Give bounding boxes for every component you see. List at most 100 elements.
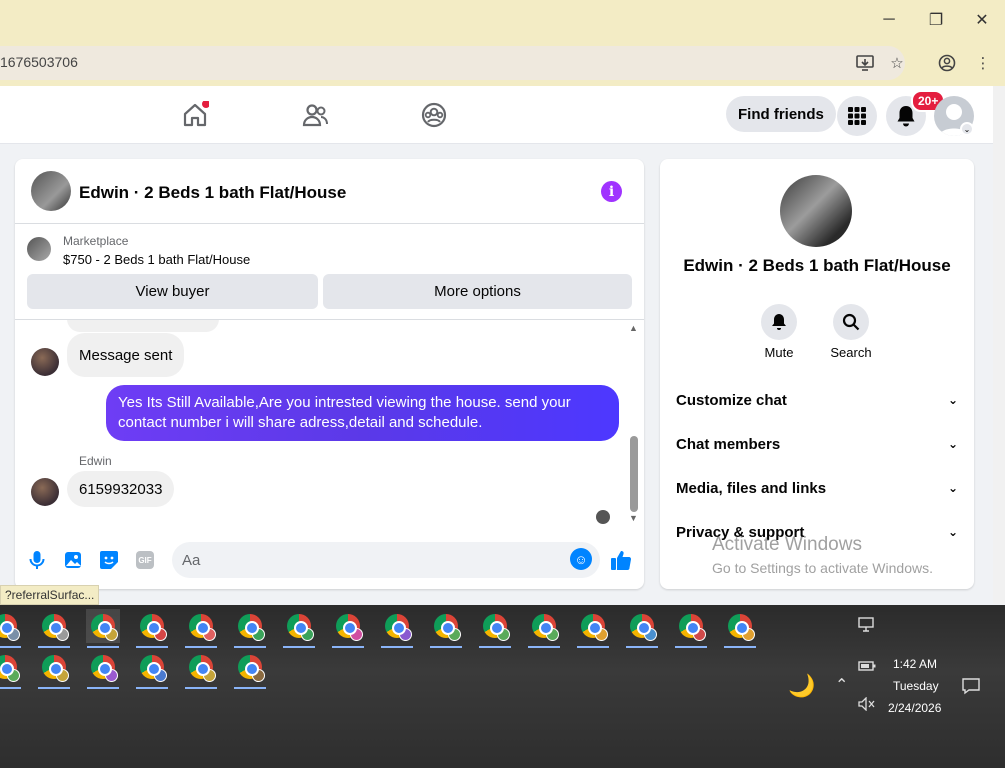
home-icon[interactable] bbox=[181, 100, 210, 129]
running-indicator bbox=[332, 646, 364, 648]
running-indicator bbox=[87, 646, 119, 648]
night-light-icon[interactable]: 🌙 bbox=[788, 673, 815, 699]
menu-grid-button[interactable] bbox=[837, 96, 877, 136]
chrome-taskbar-icon[interactable] bbox=[233, 650, 267, 684]
conversation-avatar[interactable] bbox=[780, 175, 852, 247]
chrome-taskbar-icon[interactable] bbox=[331, 609, 365, 643]
profile-badge-icon bbox=[203, 669, 216, 682]
chrome-icon bbox=[189, 655, 216, 682]
battery-icon[interactable] bbox=[858, 659, 876, 675]
chrome-taskbar-icon[interactable] bbox=[86, 609, 120, 643]
chrome-taskbar-icon[interactable] bbox=[478, 609, 512, 643]
bookmark-star-icon[interactable]: ☆ bbox=[886, 52, 908, 74]
running-indicator bbox=[675, 646, 707, 648]
chrome-taskbar-icon[interactable] bbox=[135, 650, 169, 684]
chat-scrollbar-thumb[interactable] bbox=[630, 436, 638, 512]
running-indicator bbox=[38, 687, 70, 689]
chat-title[interactable]: Edwin · 2 Beds 1 bath Flat/House bbox=[79, 183, 346, 203]
install-app-icon[interactable] bbox=[854, 52, 876, 74]
search-button[interactable] bbox=[833, 304, 869, 340]
chrome-taskbar-icon[interactable] bbox=[429, 609, 463, 643]
more-options-button[interactable]: More options bbox=[323, 274, 632, 309]
view-buyer-button[interactable]: View buyer bbox=[27, 274, 318, 309]
chrome-taskbar-icon[interactable] bbox=[0, 650, 22, 684]
network-icon[interactable] bbox=[858, 617, 876, 636]
grid-icon bbox=[848, 107, 866, 125]
running-indicator bbox=[136, 646, 168, 648]
notification-center-icon[interactable] bbox=[962, 677, 980, 698]
chrome-taskbar-icon[interactable] bbox=[380, 609, 414, 643]
message-input[interactable]: Aa bbox=[172, 542, 600, 578]
volume-muted-icon[interactable] bbox=[858, 696, 876, 714]
mute-label: Mute bbox=[764, 345, 794, 360]
chrome-taskbar-icon[interactable] bbox=[233, 609, 267, 643]
clock-time[interactable]: 1:42 AM bbox=[893, 657, 937, 671]
chrome-icon bbox=[385, 614, 412, 641]
chrome-taskbar-icon[interactable] bbox=[674, 609, 708, 643]
thumbs-up-icon[interactable] bbox=[610, 549, 632, 571]
chrome-taskbar-icon[interactable] bbox=[282, 609, 316, 643]
chrome-taskbar-icon[interactable] bbox=[184, 609, 218, 643]
sender-avatar[interactable] bbox=[31, 478, 59, 506]
emoji-icon[interactable]: ☺ bbox=[570, 548, 592, 570]
sender-avatar[interactable] bbox=[31, 348, 59, 376]
chrome-taskbar-icon[interactable] bbox=[576, 609, 610, 643]
running-indicator bbox=[724, 646, 756, 648]
chrome-taskbar-icon[interactable] bbox=[37, 650, 71, 684]
profile-badge-icon bbox=[252, 628, 265, 641]
scroll-up-arrow[interactable]: ▲ bbox=[629, 323, 638, 333]
clock-date[interactable]: 2/24/2026 bbox=[888, 701, 941, 715]
chrome-icon bbox=[483, 614, 510, 641]
running-indicator bbox=[626, 646, 658, 648]
browser-menu-icon[interactable]: ⋮ bbox=[972, 52, 994, 74]
customize-chat-row[interactable]: Customize chat ⌄ bbox=[676, 385, 958, 415]
conversation-info-panel: Edwin · 2 Beds 1 bath Flat/House Mute Se… bbox=[660, 159, 974, 589]
profile-badge-icon bbox=[154, 628, 167, 641]
photo-icon[interactable] bbox=[62, 549, 84, 571]
running-indicator bbox=[0, 646, 21, 648]
row-label: Customize chat bbox=[676, 391, 787, 409]
chrome-taskbar-icon[interactable] bbox=[0, 609, 22, 643]
sticker-icon[interactable] bbox=[98, 549, 120, 571]
profile-badge-icon bbox=[154, 669, 167, 682]
window-title-bar: ─ ❐ ✕ bbox=[0, 0, 1005, 40]
microphone-icon[interactable] bbox=[26, 549, 48, 571]
profile-badge-icon bbox=[56, 669, 69, 682]
listing-thumbnail[interactable] bbox=[27, 237, 51, 261]
find-friends-button[interactable]: Find friends bbox=[726, 96, 836, 132]
restore-button[interactable]: ❐ bbox=[921, 6, 951, 34]
chrome-icon bbox=[287, 614, 314, 641]
mute-button[interactable] bbox=[761, 304, 797, 340]
chat-avatar[interactable] bbox=[31, 171, 71, 211]
chrome-taskbar-icon[interactable] bbox=[723, 609, 757, 643]
profile-badge-icon bbox=[7, 669, 20, 682]
chrome-icon bbox=[189, 614, 216, 641]
groups-icon[interactable] bbox=[420, 101, 448, 129]
page-scrollbar[interactable] bbox=[993, 86, 1005, 604]
chrome-taskbar-icon[interactable] bbox=[184, 650, 218, 684]
chrome-taskbar-icon[interactable] bbox=[527, 609, 561, 643]
chat-panel: Edwin · 2 Beds 1 bath Flat/House i Marke… bbox=[15, 159, 644, 589]
chrome-taskbar-icon[interactable] bbox=[37, 609, 71, 643]
running-indicator bbox=[234, 687, 266, 689]
address-bar[interactable]: 1676503706 bbox=[0, 46, 905, 80]
chevron-up-icon[interactable]: ⌃ bbox=[835, 675, 848, 695]
running-indicator bbox=[479, 646, 511, 648]
running-indicator bbox=[38, 646, 70, 648]
chrome-taskbar-icon[interactable] bbox=[625, 609, 659, 643]
gif-icon[interactable]: GIF bbox=[134, 549, 156, 571]
close-button[interactable]: ✕ bbox=[967, 6, 997, 34]
scroll-down-arrow[interactable]: ▼ bbox=[629, 513, 638, 523]
clock-day[interactable]: Tuesday bbox=[893, 679, 939, 693]
watermark-subtitle: Go to Settings to activate Windows. bbox=[712, 560, 933, 576]
read-receipt-avatar bbox=[596, 510, 610, 524]
profile-icon[interactable] bbox=[936, 52, 958, 74]
friends-icon[interactable] bbox=[301, 101, 329, 129]
chat-members-row[interactable]: Chat members ⌄ bbox=[676, 429, 958, 459]
chrome-taskbar-icon[interactable] bbox=[135, 609, 169, 643]
info-icon[interactable]: i bbox=[601, 181, 622, 202]
media-files-links-row[interactable]: Media, files and links ⌄ bbox=[676, 473, 958, 503]
chevron-down-icon[interactable]: ⌄ bbox=[960, 122, 974, 136]
chrome-taskbar-icon[interactable] bbox=[86, 650, 120, 684]
minimize-button[interactable]: ─ bbox=[874, 6, 904, 34]
